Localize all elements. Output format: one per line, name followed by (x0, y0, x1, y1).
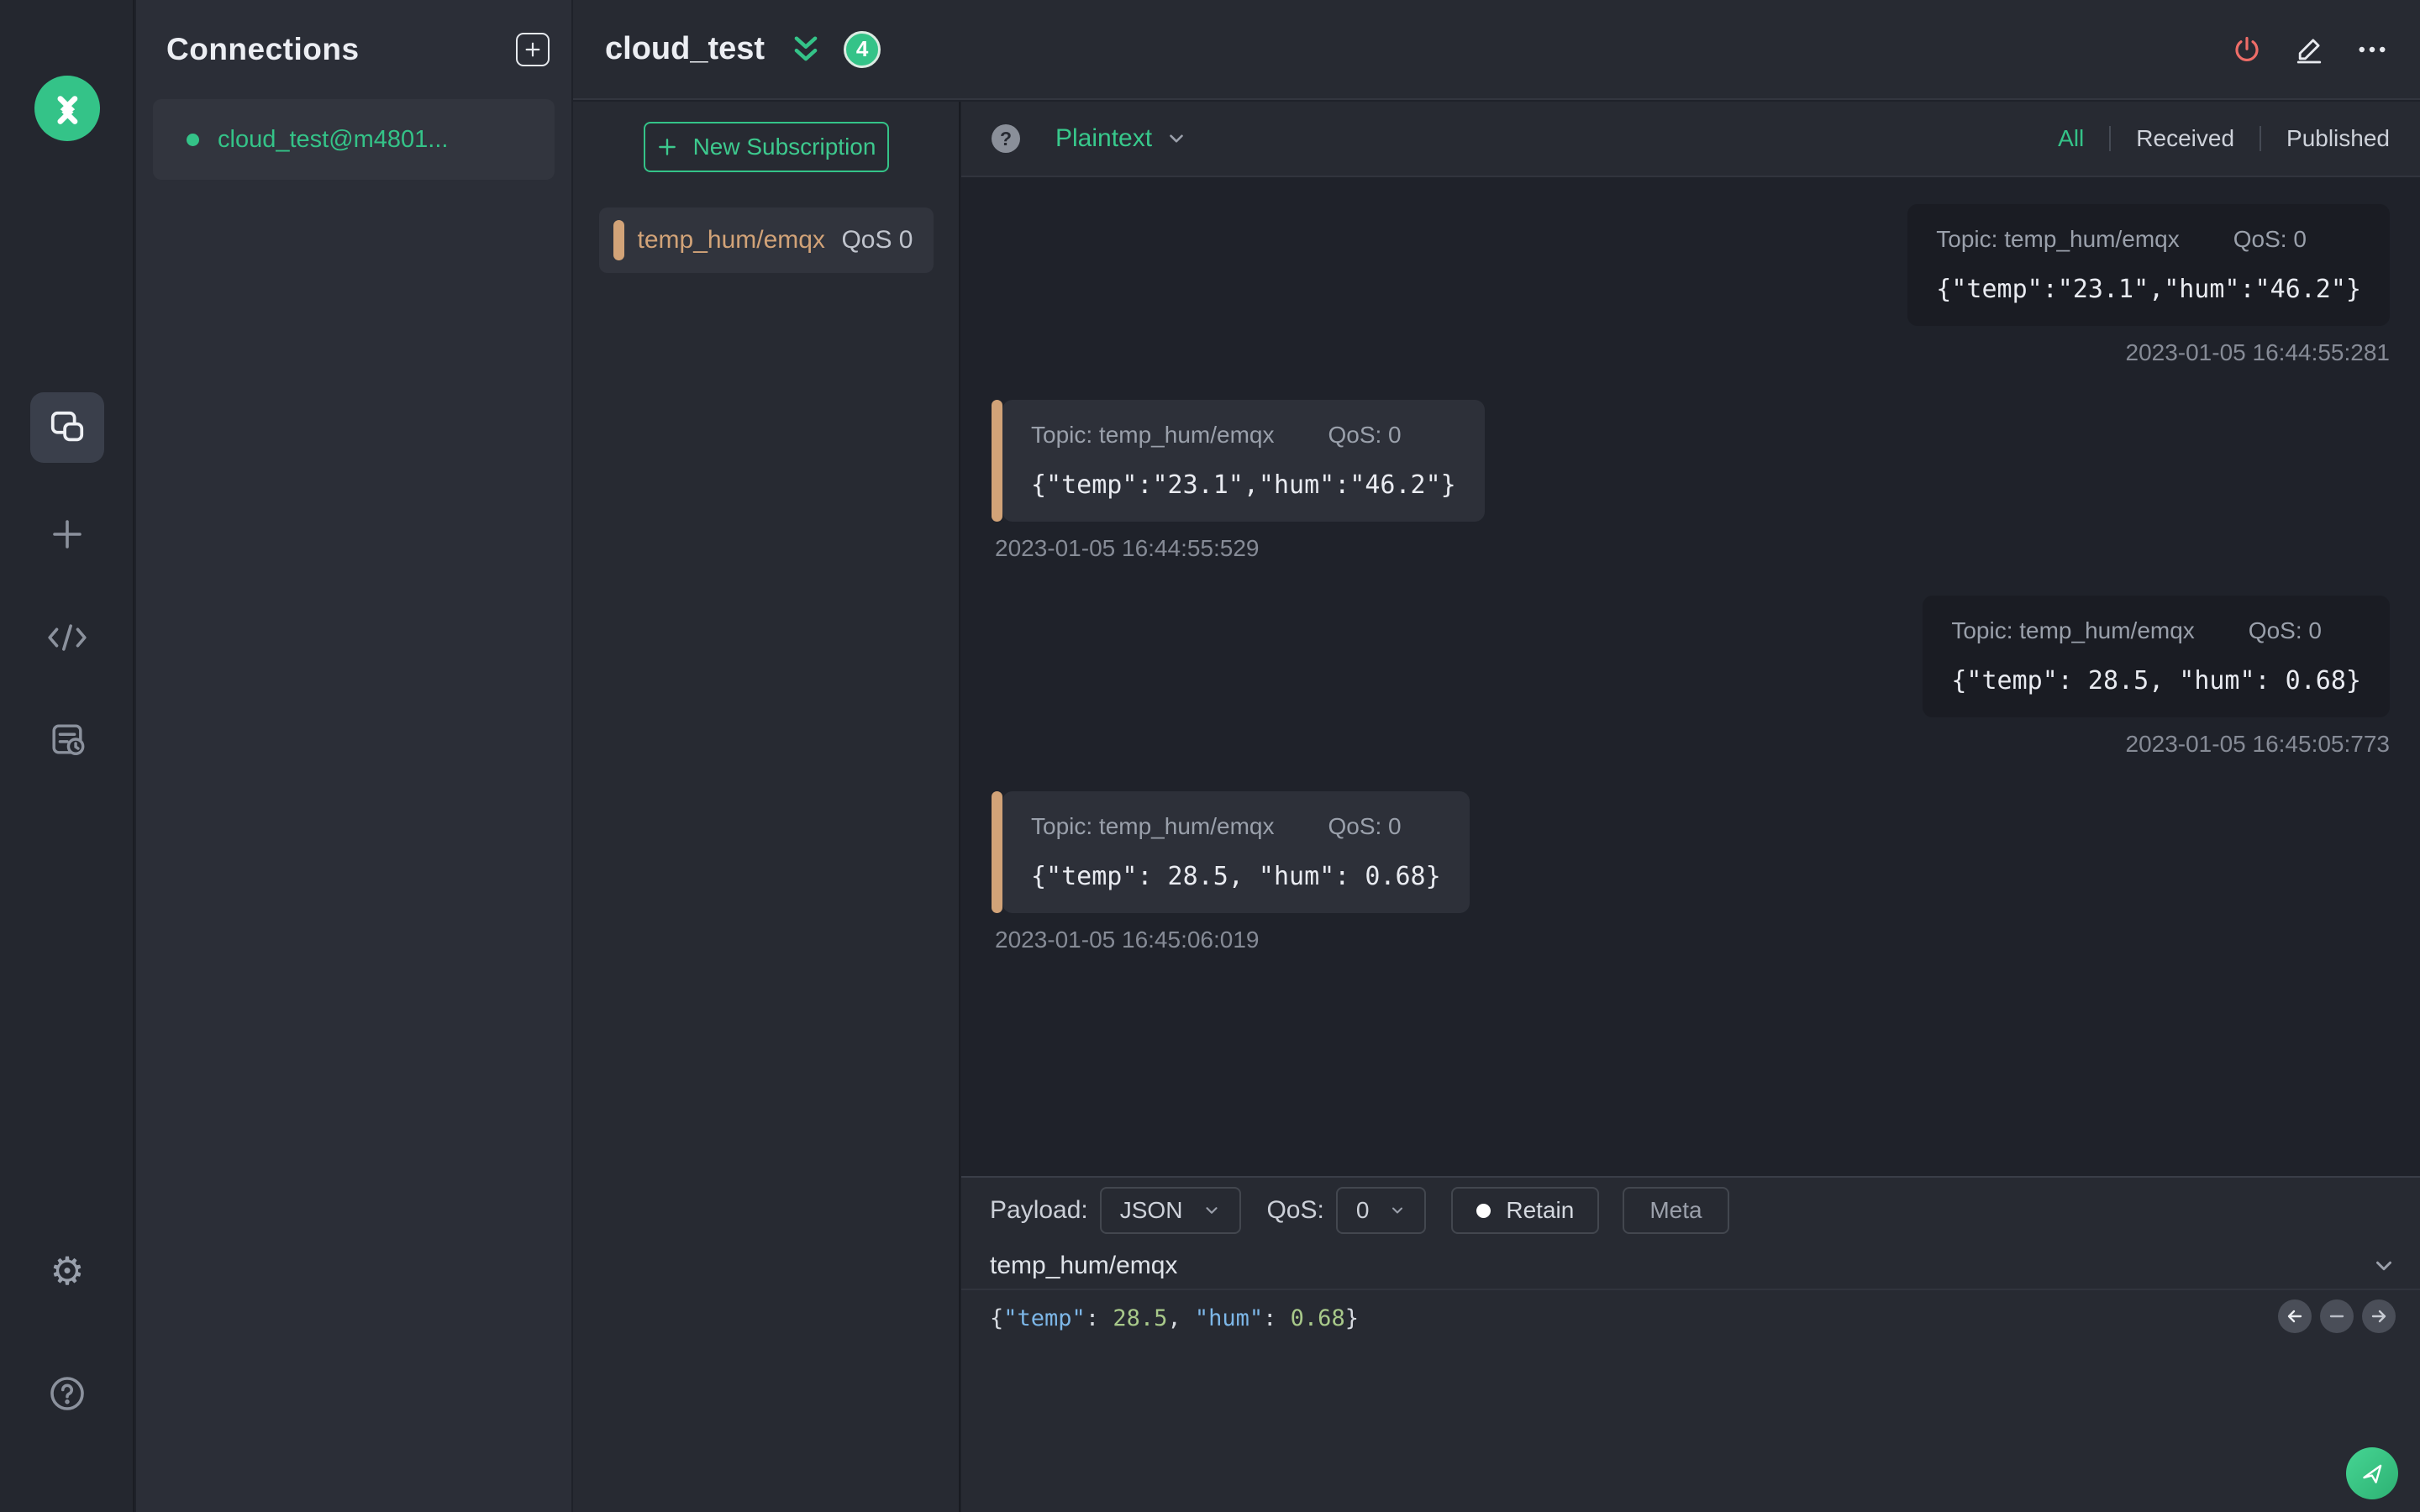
pencil-icon (2296, 38, 2322, 63)
publish-panel: Payload: JSON QoS: 0 Retain Meta {"temp" (961, 1176, 2420, 1512)
subscription-topic: temp_hum/emqx (637, 226, 825, 254)
message-qos: QoS: 0 (2233, 226, 2307, 252)
new-connection-icon[interactable] (0, 514, 134, 554)
qos-select[interactable]: 0 (1335, 1187, 1427, 1234)
add-connection-button[interactable] (516, 33, 550, 66)
paper-plane-icon (2363, 1464, 2382, 1483)
topic-color-bar (992, 791, 1002, 913)
qos-label: QoS: (1266, 1196, 1324, 1224)
history-navigation (2278, 1299, 2396, 1333)
connection-list-item[interactable]: cloud_test@m4801... (153, 99, 555, 180)
history-prev-button[interactable] (2278, 1299, 2312, 1333)
settings-icon[interactable]: ⚙ (0, 1252, 134, 1290)
script-icon[interactable] (0, 619, 134, 656)
new-subscription-button[interactable]: New Subscription (643, 122, 889, 172)
subscription-item[interactable]: temp_hum/emqx QoS 0 (598, 207, 934, 273)
message-filter-bar: ? Plaintext All Received Published (961, 102, 2420, 177)
disconnect-button[interactable] (2232, 34, 2262, 65)
history-clear-button[interactable] (2320, 1299, 2354, 1333)
meta-button[interactable]: Meta (1623, 1187, 1729, 1234)
edit-connection-button[interactable] (2294, 34, 2324, 65)
connection-title: cloud_test (605, 31, 765, 66)
retain-indicator-dot (1476, 1203, 1491, 1218)
message-card: Topic: temp_hum/emqx QoS: 0 {"temp":"23.… (1907, 204, 2390, 326)
message-topic: Topic: temp_hum/emqx (1031, 813, 1275, 839)
connections-icon[interactable] (30, 392, 104, 463)
message-timestamp: 2023-01-05 16:45:06:019 (995, 927, 1260, 953)
message-topic: Topic: temp_hum/emqx (1936, 226, 2180, 252)
message-qos: QoS: 0 (1328, 813, 1402, 839)
payload-format-label: Payload: (990, 1196, 1088, 1224)
plus-icon (658, 139, 676, 155)
message-payload: {"temp": 28.5, "hum": 0.68} (1031, 862, 1441, 891)
chevron-down-icon (1206, 1207, 1218, 1214)
message-qos: QoS: 0 (2248, 617, 2322, 643)
arrow-right-icon (2371, 1310, 2386, 1323)
chevron-down-icon (1170, 134, 1183, 143)
message-count-badge: 4 (844, 30, 881, 68)
message-format-select[interactable]: Plaintext (1055, 124, 1187, 153)
payload-format-help-icon[interactable]: ? (992, 124, 1020, 153)
message-timestamp: 2023-01-05 16:44:55:281 (2125, 339, 2391, 365)
payload-editor[interactable]: {"temp": 28.5, "hum": 0.68} (961, 1290, 2420, 1347)
connected-status-dot (187, 133, 199, 146)
arrow-left-icon (2287, 1310, 2302, 1323)
message-type-tabs: All Received Published (2058, 125, 2390, 152)
message-stream: Topic: temp_hum/emqx QoS: 0 {"temp":"23.… (961, 179, 2420, 1176)
published-message: Topic: temp_hum/emqx QoS: 0 {"temp":"23.… (1907, 204, 2390, 366)
message-topic: Topic: temp_hum/emqx (1951, 617, 2195, 643)
message-payload: {"temp": 28.5, "hum": 0.68} (1951, 666, 2361, 696)
tab-published[interactable]: Published (2286, 125, 2390, 152)
connection-name: cloud_test@m4801... (218, 125, 449, 153)
message-payload: {"temp":"23.1","hum":"46.2"} (1936, 275, 2361, 304)
topic-color-bar (992, 400, 1002, 522)
app-sidebar: ⚙ (0, 0, 134, 1512)
log-icon[interactable] (0, 720, 134, 759)
payload-format-select[interactable]: JSON (1099, 1187, 1242, 1234)
topic-color-bar (613, 220, 624, 260)
power-icon (2235, 36, 2259, 61)
message-card: Topic: temp_hum/emqx QoS: 0 {"temp":"23.… (1002, 400, 1485, 522)
history-next-button[interactable] (2362, 1299, 2396, 1333)
message-timestamp: 2023-01-05 16:45:05:773 (2125, 731, 2391, 757)
help-icon[interactable] (0, 1373, 134, 1414)
minus-icon (2329, 1315, 2344, 1318)
collapse-panel-icon[interactable] (790, 33, 822, 66)
more-options-button[interactable] (2356, 34, 2388, 65)
message-card: Topic: temp_hum/emqx QoS: 0 {"temp": 28.… (1002, 791, 1470, 913)
mqttx-logo-icon (34, 76, 100, 141)
published-message: Topic: temp_hum/emqx QoS: 0 {"temp": 28.… (1923, 596, 2390, 758)
tab-all[interactable]: All (2058, 125, 2084, 152)
subscription-qos: QoS 0 (841, 226, 913, 254)
message-card: Topic: temp_hum/emqx QoS: 0 {"temp": 28.… (1923, 596, 2390, 717)
message-qos: QoS: 0 (1328, 422, 1402, 448)
message-topic: Topic: temp_hum/emqx (1031, 422, 1275, 448)
connections-panel: Connections cloud_test@m4801... (136, 0, 571, 1512)
publish-toolbar: Payload: JSON QoS: 0 Retain Meta (961, 1178, 2420, 1243)
collapse-editor-icon[interactable] (2371, 1253, 2396, 1278)
topic-input[interactable] (990, 1252, 2250, 1280)
ellipsis-icon (2359, 46, 2386, 52)
message-timestamp: 2023-01-05 16:44:55:529 (995, 535, 1260, 561)
received-message: Topic: temp_hum/emqx QoS: 0 {"temp": 28.… (992, 791, 1470, 953)
send-button[interactable] (2346, 1447, 2398, 1499)
chevron-down-icon (1392, 1207, 1403, 1214)
publish-topic-row (961, 1243, 2420, 1290)
received-message: Topic: temp_hum/emqx QoS: 0 {"temp":"23.… (992, 400, 1485, 562)
subscriptions-panel: New Subscription temp_hum/emqx QoS 0 (573, 102, 960, 1512)
message-payload: {"temp":"23.1","hum":"46.2"} (1031, 470, 1456, 500)
tab-received[interactable]: Received (2136, 125, 2234, 152)
connection-header: cloud_test 4 (573, 0, 2420, 100)
connections-title: Connections (166, 32, 360, 66)
plus-icon (525, 42, 540, 57)
retain-toggle[interactable]: Retain (1451, 1187, 1600, 1234)
